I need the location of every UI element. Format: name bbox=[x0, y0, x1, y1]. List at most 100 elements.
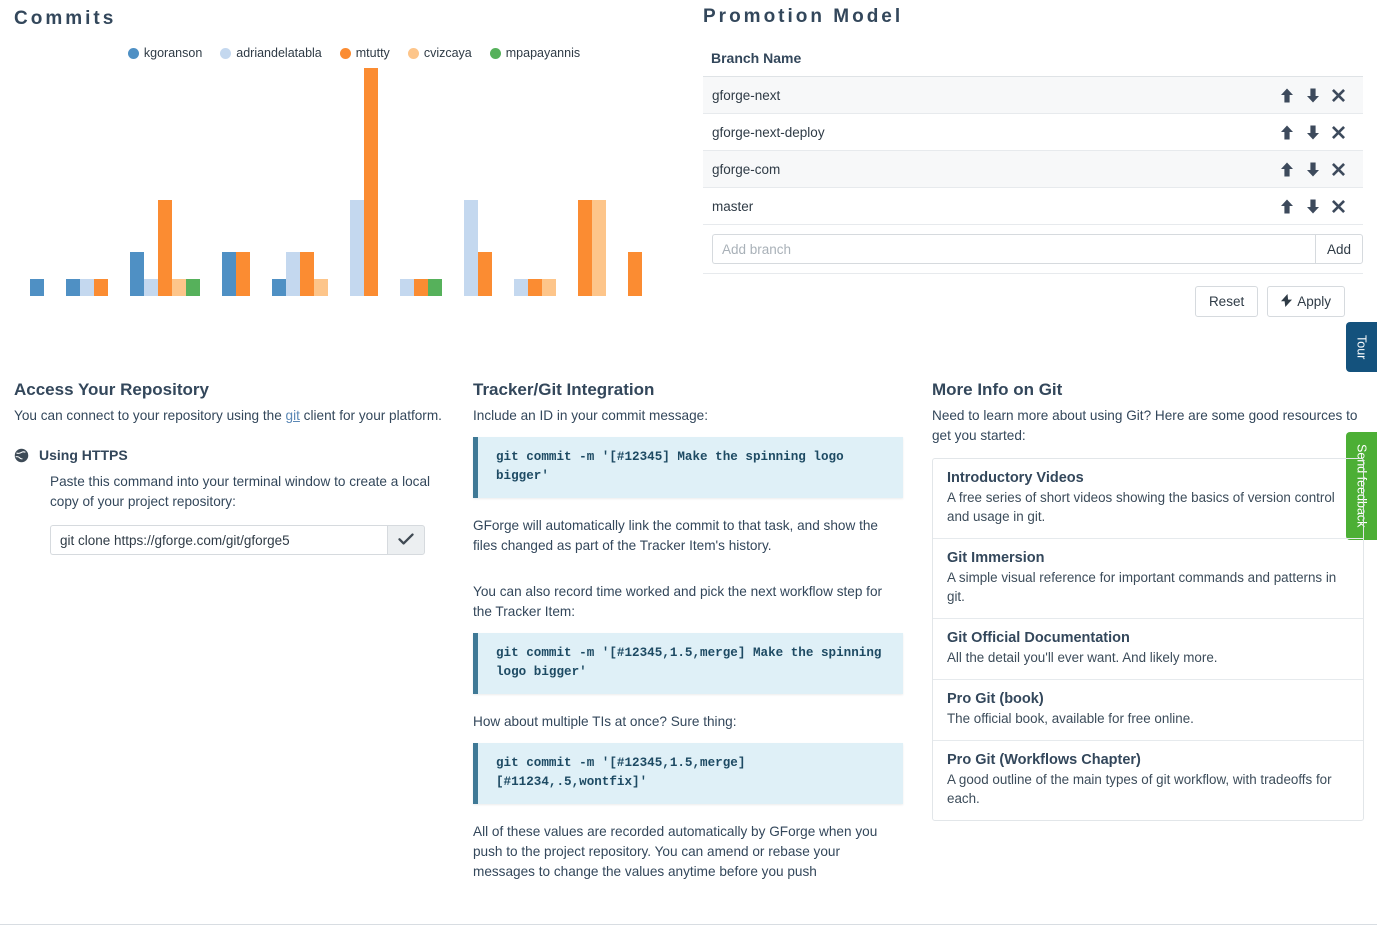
chart-bar[interactable] bbox=[272, 279, 286, 296]
legend-color-dot-icon bbox=[128, 48, 139, 59]
chart-bar[interactable] bbox=[172, 279, 186, 296]
chart-legend-item[interactable]: kgoranson bbox=[128, 46, 202, 60]
tracker-paragraph-4: How about multiple TIs at once? Sure thi… bbox=[473, 712, 903, 732]
git-resource-description: The official book, available for free on… bbox=[947, 709, 1349, 728]
branch-name-label: gforge-next bbox=[712, 88, 1280, 103]
tracker-paragraph-2: GForge will automatically link the commi… bbox=[473, 516, 903, 556]
branch-row[interactable]: master bbox=[703, 188, 1363, 225]
git-resource-item[interactable]: Git Immersion A simple visual reference f… bbox=[933, 539, 1363, 619]
chart-bar[interactable] bbox=[130, 252, 144, 296]
chart-legend-item[interactable]: adriandelatabla bbox=[220, 46, 322, 60]
chart-bar[interactable] bbox=[428, 279, 442, 296]
chart-bar[interactable] bbox=[400, 279, 414, 296]
chart-bar[interactable] bbox=[144, 279, 158, 296]
chart-bar[interactable] bbox=[350, 200, 364, 296]
git-resource-title: Git Immersion bbox=[947, 550, 1349, 566]
chart-bar[interactable] bbox=[94, 279, 108, 296]
promotion-model-title: Promotion Model bbox=[703, 6, 1363, 28]
access-repository-column: Access Your Repository You can connect t… bbox=[14, 380, 460, 555]
chart-bar[interactable] bbox=[628, 252, 642, 296]
git-resource-description: A simple visual reference for important … bbox=[947, 568, 1349, 606]
chart-bar[interactable] bbox=[592, 200, 606, 296]
chart-legend-item[interactable]: mpapayannis bbox=[490, 46, 580, 60]
chart-bar-group bbox=[272, 68, 328, 296]
clone-command-field bbox=[50, 525, 425, 555]
chart-bar[interactable] bbox=[314, 279, 328, 296]
arrow-up-icon[interactable] bbox=[1280, 88, 1294, 103]
page-root: Commits kgoranson adriandelatabla mtutty cv… bbox=[0, 0, 1377, 933]
commits-bar-chart bbox=[18, 68, 690, 296]
arrow-down-icon[interactable] bbox=[1306, 125, 1320, 140]
arrow-down-icon[interactable] bbox=[1306, 199, 1320, 214]
legend-color-dot-icon bbox=[490, 48, 501, 59]
chart-bar[interactable] bbox=[528, 279, 542, 296]
chart-bar[interactable] bbox=[30, 279, 44, 296]
git-resource-item[interactable]: Git Official DocumentationAll the detail… bbox=[933, 619, 1363, 680]
arrow-up-icon[interactable] bbox=[1280, 162, 1294, 177]
chart-bar[interactable] bbox=[186, 279, 200, 296]
chart-bar[interactable] bbox=[542, 279, 556, 296]
chart-legend-item[interactable]: mtutty bbox=[340, 46, 390, 60]
chart-bar-group bbox=[464, 68, 492, 296]
apply-button[interactable]: Apply bbox=[1267, 286, 1345, 317]
arrow-up-icon[interactable] bbox=[1280, 125, 1294, 140]
chart-bar[interactable] bbox=[364, 68, 378, 296]
page-bottom-divider bbox=[0, 924, 1377, 925]
checkmark-icon bbox=[398, 531, 414, 550]
branch-name-column-header: Branch Name bbox=[703, 50, 1363, 76]
tour-tab[interactable]: Tour bbox=[1346, 322, 1377, 372]
chart-bar-group bbox=[222, 68, 250, 296]
using-https-body: Paste this command into your terminal wi… bbox=[50, 472, 460, 555]
chart-bar[interactable] bbox=[414, 279, 428, 296]
bolt-icon bbox=[1281, 294, 1292, 310]
commits-panel: Commits kgoranson adriandelatabla mtutty cv… bbox=[14, 6, 694, 306]
copy-clone-command-button[interactable] bbox=[387, 525, 425, 555]
globe-icon bbox=[14, 448, 29, 463]
git-resource-item[interactable]: Pro Git (book)The official book, availab… bbox=[933, 680, 1363, 741]
access-repository-title: Access Your Repository bbox=[14, 380, 460, 400]
branch-name-label: gforge-next-deploy bbox=[712, 125, 1280, 140]
chart-bar[interactable] bbox=[222, 252, 236, 296]
branch-row[interactable]: gforge-next bbox=[703, 77, 1363, 114]
chart-bar[interactable] bbox=[300, 252, 314, 296]
chart-bar[interactable] bbox=[66, 279, 80, 296]
git-resource-description: A free series of short videos showing th… bbox=[947, 488, 1349, 526]
arrow-down-icon[interactable] bbox=[1306, 88, 1320, 103]
add-branch-input[interactable] bbox=[712, 234, 1315, 264]
clone-url-input[interactable] bbox=[50, 525, 387, 555]
chart-bar[interactable] bbox=[578, 200, 592, 296]
legend-color-dot-icon bbox=[340, 48, 351, 59]
chart-bar[interactable] bbox=[464, 200, 478, 296]
git-resource-title: Introductory Videos bbox=[947, 470, 1349, 486]
chart-bar[interactable] bbox=[286, 252, 300, 296]
arrow-up-icon[interactable] bbox=[1280, 199, 1294, 214]
chart-bar[interactable] bbox=[514, 279, 528, 296]
access-repository-intro: You can connect to your repository using… bbox=[14, 406, 460, 426]
git-client-link[interactable]: git bbox=[286, 408, 300, 423]
git-resource-title: Pro Git (Workflows Chapter) bbox=[947, 752, 1349, 768]
chart-bar[interactable] bbox=[478, 252, 492, 296]
branch-table: gforge-next gforge-next-deploy gforge-comm… bbox=[703, 76, 1363, 225]
add-branch-button[interactable]: Add bbox=[1315, 234, 1363, 264]
chart-bar-group bbox=[30, 68, 44, 296]
close-icon[interactable] bbox=[1332, 89, 1345, 102]
code-block-commit-multi: git commit -m '[#12345,1.5,merge] [#1123… bbox=[473, 743, 903, 804]
branch-row[interactable]: gforge-com bbox=[703, 151, 1363, 188]
chart-bar[interactable] bbox=[80, 279, 94, 296]
reset-button[interactable]: Reset bbox=[1195, 286, 1258, 317]
commits-title: Commits bbox=[14, 8, 116, 30]
branch-row[interactable]: gforge-next-deploy bbox=[703, 114, 1363, 151]
tracker-paragraph-5: All of these values are recorded automat… bbox=[473, 822, 903, 882]
close-icon[interactable] bbox=[1332, 163, 1345, 176]
chart-legend-item[interactable]: cvizcaya bbox=[408, 46, 472, 60]
git-resource-item[interactable]: Introductory Videos A free series of shor… bbox=[933, 459, 1363, 539]
close-icon[interactable] bbox=[1332, 200, 1345, 213]
chart-bar[interactable] bbox=[236, 252, 250, 296]
legend-label: kgoranson bbox=[144, 46, 202, 60]
tracker-git-integration-column: Tracker/Git Integration Include an ID in… bbox=[473, 380, 903, 882]
git-resource-item[interactable]: Pro Git (Workflows Chapter)A good outlin… bbox=[933, 741, 1363, 820]
close-icon[interactable] bbox=[1332, 126, 1345, 139]
chart-bar[interactable] bbox=[158, 200, 172, 296]
arrow-down-icon[interactable] bbox=[1306, 162, 1320, 177]
chart-bar-group bbox=[66, 68, 108, 296]
